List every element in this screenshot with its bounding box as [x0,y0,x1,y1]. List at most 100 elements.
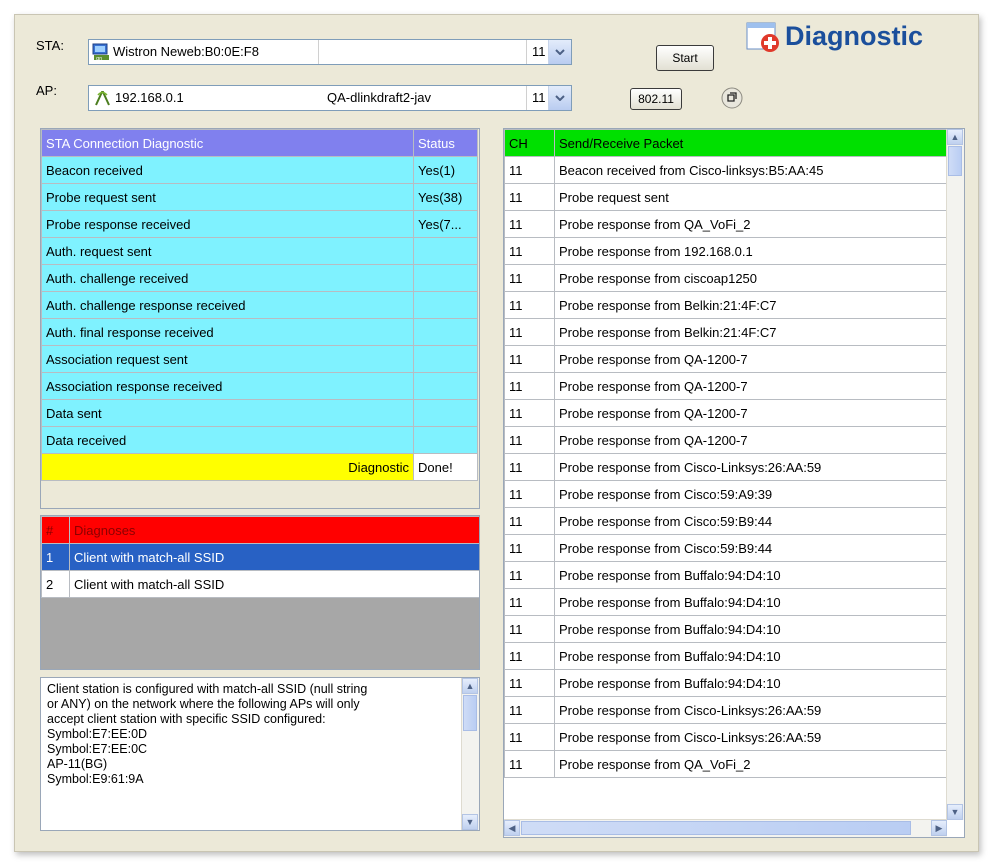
packet-horizontal-scrollbar[interactable]: ◀ ▶ [504,819,947,837]
table-row[interactable]: 11 Probe response from Buffalo:94:D4:10 [504,588,947,616]
description-scrollbar[interactable]: ▲ ▼ [461,678,479,830]
table-row[interactable]: 11 Probe response from Cisco:59:B9:44 [504,507,947,535]
table-row[interactable]: 11 Probe response from Belkin:21:4F:C7 [504,291,947,319]
standard-button[interactable]: 802.11 [630,88,682,110]
table-row[interactable]: 11 Probe response from QA_VoFi_2 [504,210,947,238]
packet-cell: Probe response from Cisco-Linksys:26:AA:… [554,453,947,481]
table-row[interactable]: 11 Probe response from Cisco:59:A9:39 [504,480,947,508]
channel-cell: 11 [504,426,555,454]
table-header-row: CH Send/Receive Packet [504,129,947,157]
packet-cell: Probe response from Cisco:59:B9:44 [554,534,947,562]
diagnosis-description[interactable]: Client station is configured with match-… [40,677,480,831]
table-row[interactable]: 1 Client with match-all SSID [41,543,479,571]
packet-cell: Probe response from Belkin:21:4F:C7 [554,318,947,346]
table-row[interactable]: 11 Probe response from 192.168.0.1 [504,237,947,265]
packet-cell: Beacon received from Cisco-linksys:B5:AA… [554,156,947,184]
sta-combobox[interactable]: gn Wistron Neweb:B0:0E:F8 11 [88,39,572,65]
table-row[interactable]: Association response received [41,372,478,400]
table-row[interactable]: 11 Probe response from Cisco:59:B9:44 [504,534,947,562]
start-button[interactable]: Start [656,45,714,71]
table-row[interactable]: 11 Probe response from QA-1200-7 [504,426,947,454]
packet-vertical-scrollbar[interactable]: ▲ ▼ [946,129,964,820]
channel-cell: 11 [504,183,555,211]
channel-cell: 11 [504,696,555,724]
description-line: AP-11(BG) [47,757,108,771]
ap-ssid: QA-dlinkdraft2-jav [327,90,432,105]
table-row[interactable]: 11 Probe response from Belkin:21:4F:C7 [504,318,947,346]
access-point-icon [94,89,112,107]
description-text: Client station is configured with match-… [41,678,461,830]
column-header-ch: CH [504,129,555,157]
table-row[interactable]: 11 Probe response from Cisco-Linksys:26:A… [504,723,947,751]
channel-cell: 11 [504,156,555,184]
table-row[interactable]: Data sent [41,399,478,427]
chevron-down-icon[interactable]: ▼ [462,814,478,830]
table-row[interactable]: 11 Probe response from Buffalo:94:D4:10 [504,669,947,697]
table-row[interactable]: Beacon received Yes(1) [41,156,478,184]
table-row[interactable]: Auth. final response received [41,318,478,346]
network-adapter-icon: gn [92,43,110,62]
chevron-right-icon[interactable]: ▶ [931,820,947,836]
chevron-up-icon[interactable]: ▲ [462,678,478,694]
table-row[interactable]: Association request sent [41,345,478,373]
chevron-up-icon[interactable]: ▲ [947,129,963,145]
table-row[interactable]: 11 Probe response from Buffalo:94:D4:10 [504,561,947,589]
table-row[interactable]: 11 Probe response from Cisco-Linksys:26:A… [504,696,947,724]
ap-combobox[interactable]: 192.168.0.1 QA-dlinkdraft2-jav 11 [88,85,572,111]
channel-cell: 11 [504,210,555,238]
table-row[interactable]: 11 Probe response from QA-1200-7 [504,399,947,427]
channel-cell: 11 [504,642,555,670]
channel-cell: 11 [504,507,555,535]
table-row[interactable]: 11 Probe response from Cisco-Linksys:26:A… [504,453,947,481]
chevron-down-icon[interactable] [548,40,571,64]
scrollbar-thumb[interactable] [463,695,477,731]
description-line: or ANY) on the network where the followi… [47,697,360,711]
packet-cell: Probe response from Belkin:21:4F:C7 [554,291,947,319]
status-cell [413,291,478,319]
scrollbar-thumb[interactable] [948,146,962,176]
scrollbar-thumb[interactable] [521,821,911,835]
packet-cell: Probe response from QA-1200-7 [554,426,947,454]
table-row[interactable]: Auth. challenge response received [41,291,478,319]
packet-cell: Probe response from QA-1200-7 [554,399,947,427]
description-line: Symbol:E9:61:9A [47,772,144,786]
chevron-down-icon[interactable] [548,86,571,110]
channel-cell: 11 [504,588,555,616]
packet-cell: Probe response from Cisco:59:A9:39 [554,480,947,508]
status-cell: Yes(1) [413,156,478,184]
table-row[interactable]: 11 Probe response from QA_VoFi_2 [504,750,947,778]
packet-cell: Probe response from Buffalo:94:D4:10 [554,615,947,643]
table-row[interactable]: 11 Beacon received from Cisco-linksys:B5:… [504,156,947,184]
refresh-icon[interactable] [721,87,743,109]
page-title: Diagnostic [785,21,924,51]
ap-address: 192.168.0.1 [115,90,184,105]
table-row[interactable]: 11 Probe response from QA-1200-7 [504,372,947,400]
table-row[interactable]: 11 Probe request sent [504,183,947,211]
chevron-down-icon[interactable]: ▼ [947,804,963,820]
table-row[interactable]: 2 Client with match-all SSID [41,570,479,598]
packet-cell: Probe response from Buffalo:94:D4:10 [554,642,947,670]
channel-cell: 11 [504,480,555,508]
chevron-left-icon[interactable]: ◀ [504,820,520,836]
status-cell [413,264,478,292]
table-row[interactable]: Auth. request sent [41,237,478,265]
table-row[interactable]: Auth. challenge received [41,264,478,292]
channel-cell: 11 [504,669,555,697]
status-cell [413,426,478,454]
table-row[interactable]: Data received [41,426,478,454]
table-row[interactable]: 11 Probe response from ciscoap1250 [504,264,947,292]
diagnostic-window-icon [746,20,782,54]
step-cell: Beacon received [41,156,414,184]
table-row[interactable]: 11 Probe response from QA-1200-7 [504,345,947,373]
channel-cell: 11 [504,237,555,265]
table-row[interactable]: 11 Probe response from Buffalo:94:D4:10 [504,642,947,670]
svg-text:gn: gn [96,56,102,61]
table-row[interactable]: Probe request sent Yes(38) [41,183,478,211]
packet-cell: Probe response from Cisco:59:B9:44 [554,507,947,535]
status-cell [413,318,478,346]
status-cell [413,399,478,427]
packet-cell: Probe request sent [554,183,947,211]
table-row[interactable]: Probe response received Yes(7... [41,210,478,238]
status-cell [413,372,478,400]
table-row[interactable]: 11 Probe response from Buffalo:94:D4:10 [504,615,947,643]
